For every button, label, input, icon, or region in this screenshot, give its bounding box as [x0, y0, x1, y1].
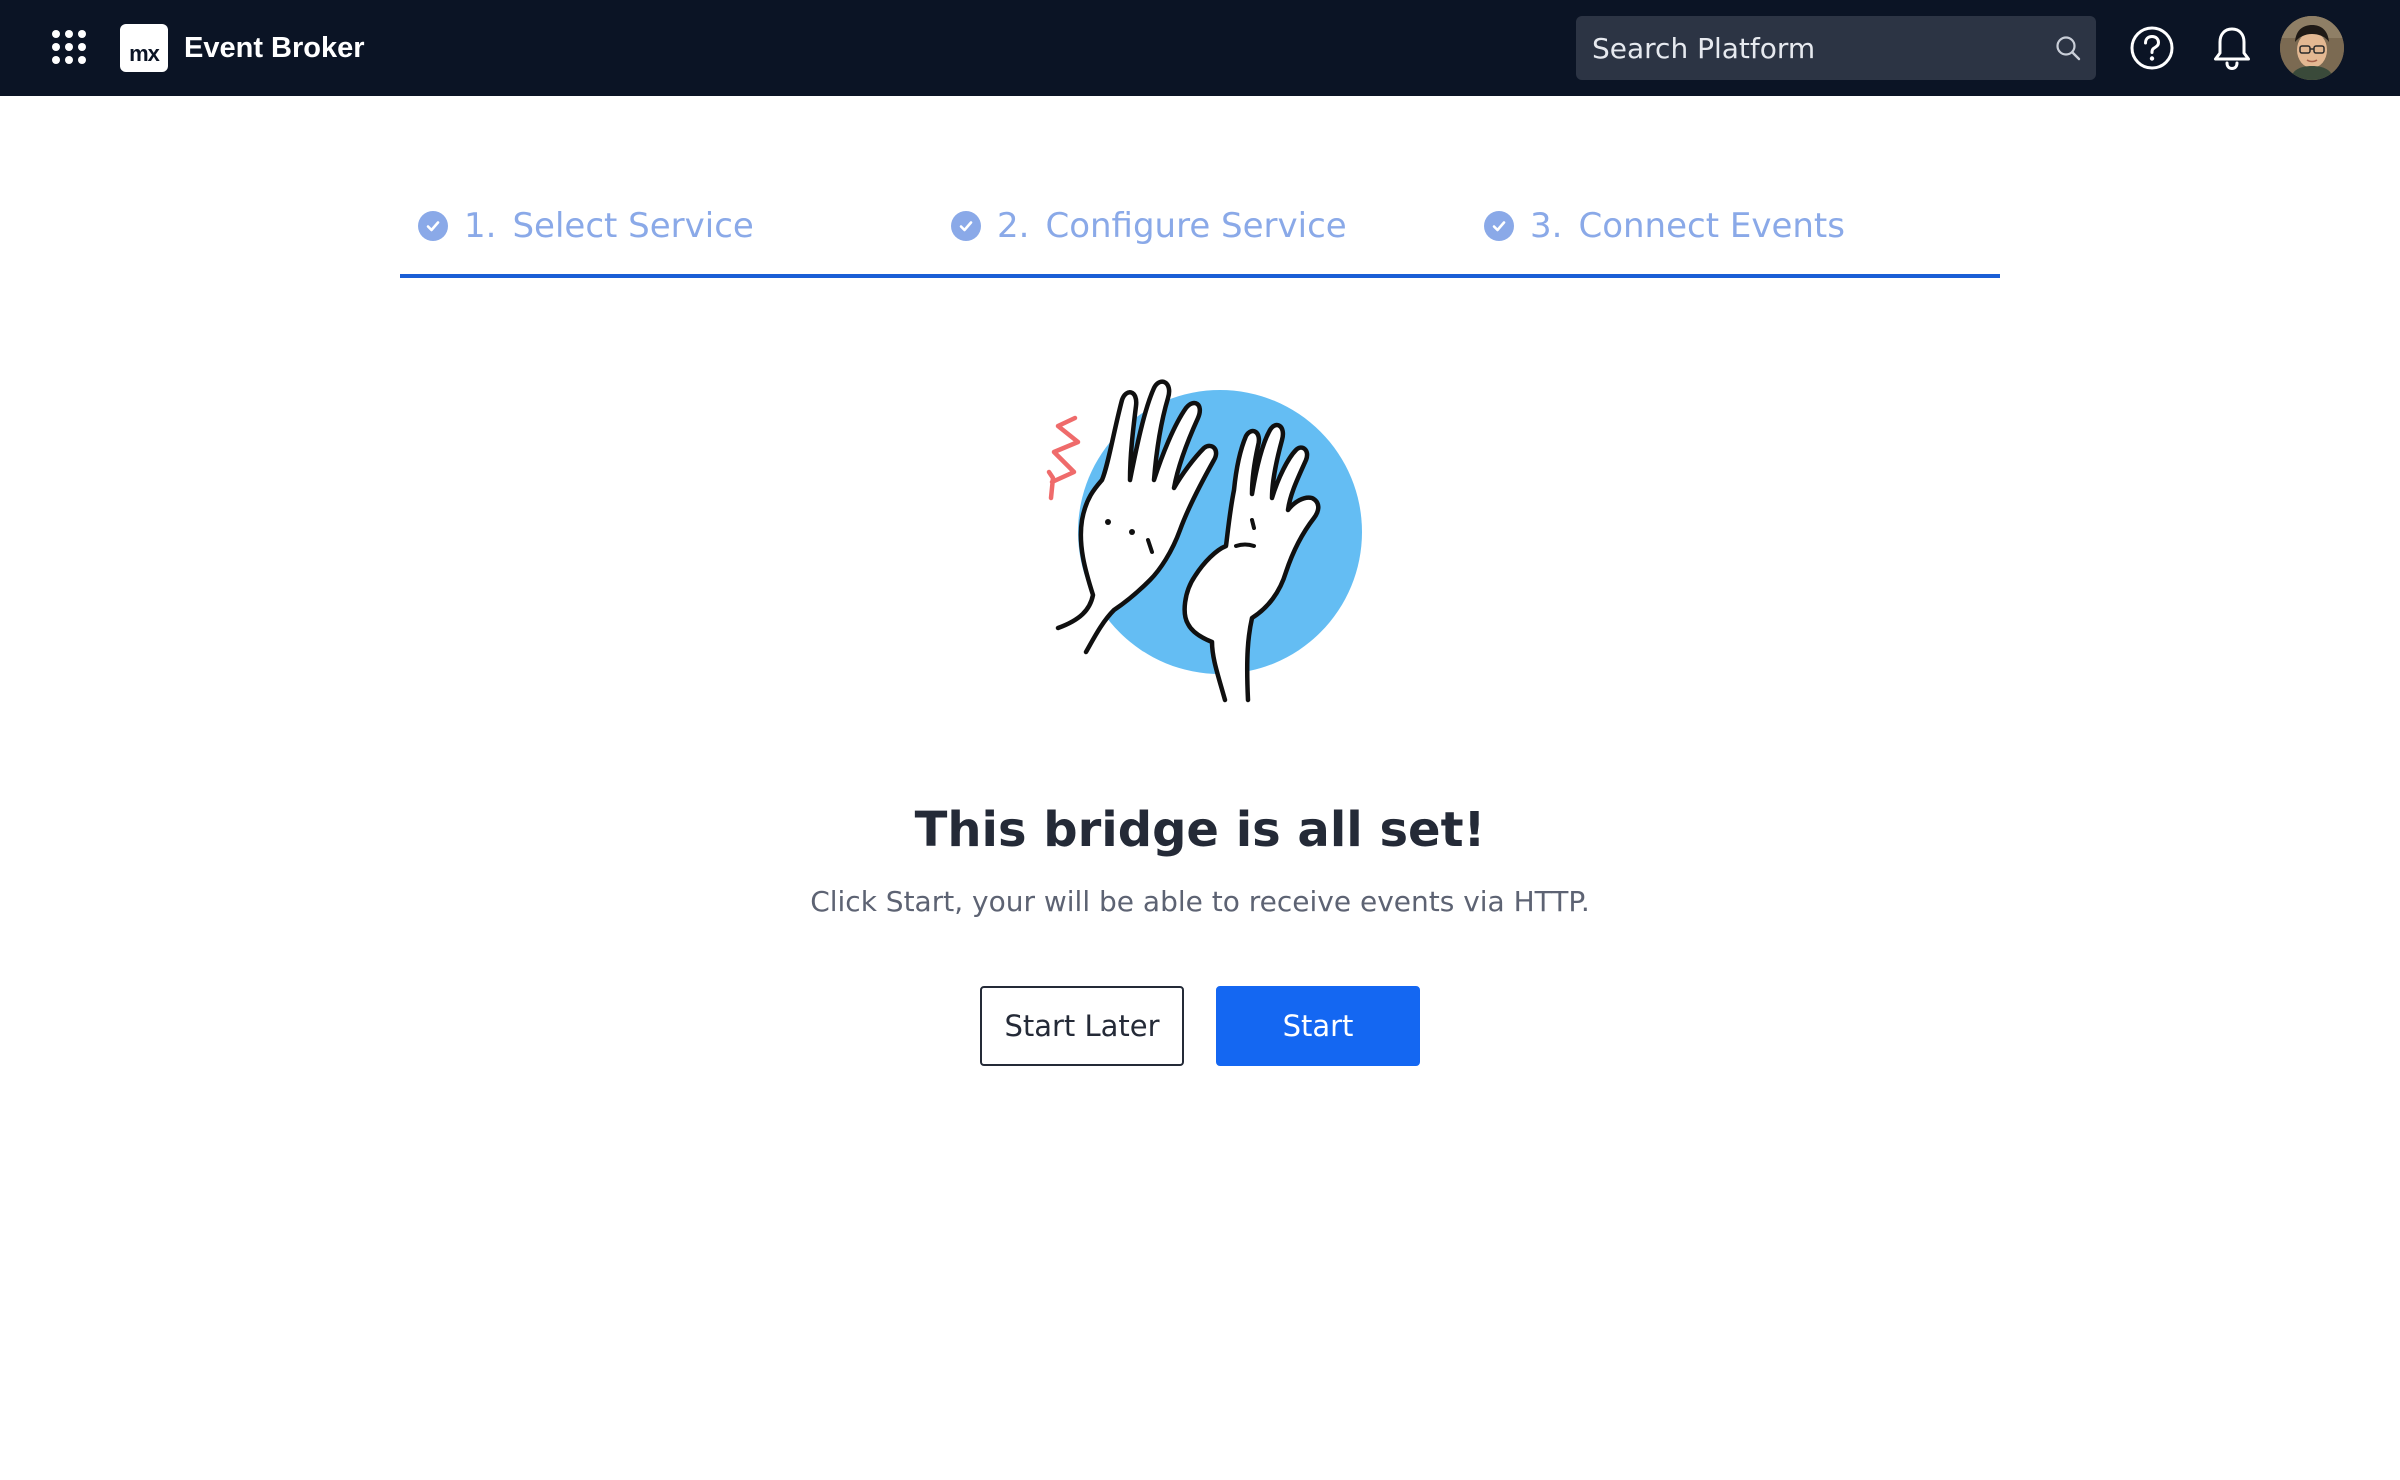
- success-title: This bridge is all set!: [914, 802, 1486, 858]
- step-label: Configure Service: [1045, 206, 1347, 246]
- step-configure-service[interactable]: 2. Configure Service: [951, 202, 1347, 250]
- logo-text: mx: [129, 41, 160, 66]
- app-title[interactable]: Event Broker: [184, 30, 365, 66]
- avatar[interactable]: [2280, 16, 2344, 80]
- start-later-button[interactable]: Start Later: [980, 986, 1184, 1066]
- apps-grid-icon[interactable]: [52, 30, 88, 66]
- search-icon[interactable]: [2040, 16, 2096, 80]
- step-label: Select Service: [512, 206, 754, 246]
- search-input[interactable]: [1576, 16, 2040, 80]
- step-number: 1.: [464, 206, 497, 246]
- check-circle-icon: [418, 211, 448, 241]
- high-five-illustration: [990, 370, 1390, 710]
- search-bar[interactable]: [1576, 16, 2096, 80]
- start-button[interactable]: Start: [1216, 986, 1420, 1066]
- step-number: 2.: [997, 206, 1030, 246]
- check-circle-icon: [1484, 211, 1514, 241]
- mendix-logo[interactable]: mx: [120, 24, 168, 72]
- top-navigation-bar: mx Event Broker: [0, 0, 2400, 96]
- progress-stepper: 1. Select Service 2. Configure Service 3…: [400, 192, 2000, 278]
- help-icon[interactable]: [2128, 24, 2176, 72]
- step-number: 3.: [1530, 206, 1563, 246]
- step-select-service[interactable]: 1. Select Service: [418, 202, 754, 250]
- success-description: Click Start, your will be able to receiv…: [810, 885, 1590, 918]
- step-connect-events[interactable]: 3. Connect Events: [1484, 202, 1845, 250]
- step-label: Connect Events: [1578, 206, 1845, 246]
- bell-icon[interactable]: [2208, 24, 2256, 72]
- check-circle-icon: [951, 211, 981, 241]
